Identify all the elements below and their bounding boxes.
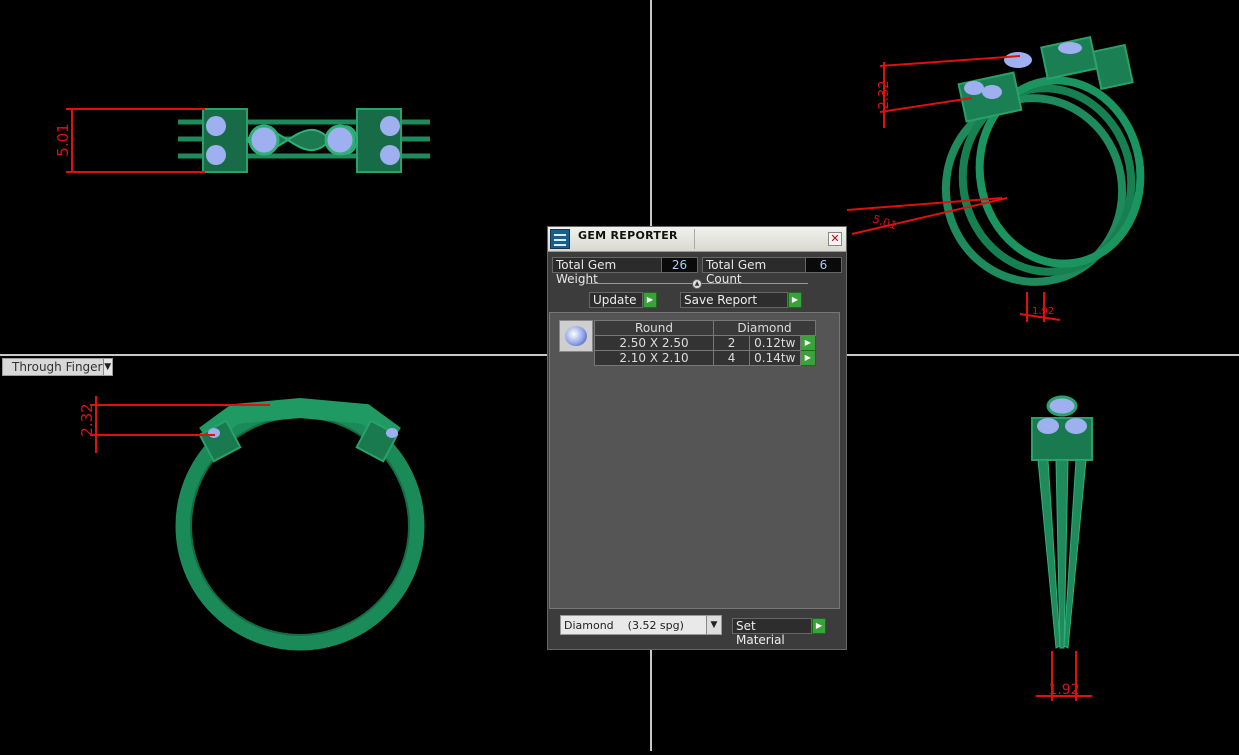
play-arrow-icon[interactable]: ▶ bbox=[788, 292, 802, 308]
dimension-label: 5.01 bbox=[54, 123, 72, 156]
gem-weight-cell: 0.14tw bbox=[749, 350, 801, 366]
panel-titlebar[interactable]: GEM REPORTER ✕ bbox=[548, 227, 846, 252]
save-report-button[interactable]: Save Report ▶ bbox=[680, 292, 802, 308]
total-gem-count-field: Total Gem Count 6 bbox=[702, 257, 842, 286]
shape-column-header: Round bbox=[594, 320, 714, 336]
table-row[interactable]: 2.50 X 2.50 2 0.12tw ▶ bbox=[594, 335, 817, 351]
chevron-down-icon[interactable]: ▼ bbox=[706, 616, 721, 634]
view-mode-dropdown[interactable]: Through Finger ▼ bbox=[2, 358, 113, 376]
dimension-label: 2.32 bbox=[877, 81, 892, 110]
set-material-button[interactable]: Set Material ▶ bbox=[732, 618, 826, 647]
round-gem-icon[interactable] bbox=[559, 320, 593, 352]
material-select[interactable]: Diamond (3.52 spg) ▼ bbox=[560, 615, 722, 635]
save-report-label: Save Report bbox=[680, 292, 788, 308]
view-mode-label: Through Finger bbox=[12, 360, 103, 374]
set-material-label: Set Material bbox=[732, 618, 812, 647]
update-button[interactable]: Update ▶ bbox=[589, 292, 657, 308]
gem-table-header: Round Diamond bbox=[594, 320, 816, 336]
play-arrow-icon[interactable]: ▶ bbox=[812, 618, 826, 634]
dimension-label: 1.92 bbox=[1032, 306, 1054, 317]
gem-count-cell: 4 bbox=[712, 350, 751, 366]
play-arrow-icon[interactable]: ▶ bbox=[643, 292, 657, 308]
chevron-down-icon[interactable]: ▼ bbox=[102, 359, 112, 375]
material-column-header: Diamond bbox=[713, 320, 816, 336]
total-gem-weight-label: Total Gem Weight bbox=[552, 257, 662, 286]
play-arrow-icon[interactable]: ▶ bbox=[799, 350, 817, 366]
panel-resize-slider[interactable]: ▲ bbox=[586, 279, 808, 289]
gem-reporter-panel: GEM REPORTER ✕ Total Gem Weight 26 Total… bbox=[547, 226, 847, 650]
slider-knob-icon[interactable]: ▲ bbox=[692, 279, 702, 289]
gem-reporter-app-icon bbox=[550, 229, 570, 249]
gem-size-cell: 2.50 X 2.50 bbox=[594, 335, 714, 351]
gem-list[interactable]: Round Diamond 2.50 X 2.50 2 0.12tw ▶ 2.1… bbox=[549, 312, 840, 609]
total-gem-weight-value: 26 bbox=[662, 257, 698, 273]
dimension-label: 2.32 bbox=[78, 403, 96, 436]
gem-size-cell: 2.10 X 2.10 bbox=[594, 350, 714, 366]
gem-table: Round Diamond 2.50 X 2.50 2 0.12tw ▶ 2.1… bbox=[594, 320, 817, 366]
titlebar-separator bbox=[694, 229, 695, 249]
update-label: Update bbox=[589, 292, 643, 308]
dimension-label: 1.92 bbox=[1048, 682, 1079, 698]
panel-title: GEM REPORTER bbox=[578, 229, 678, 242]
table-row[interactable]: 2.10 X 2.10 4 0.14tw ▶ bbox=[594, 350, 817, 366]
gem-weight-cell: 0.12tw bbox=[749, 335, 801, 351]
play-arrow-icon[interactable]: ▶ bbox=[799, 335, 817, 351]
material-select-value: Diamond (3.52 spg) bbox=[564, 618, 684, 632]
gem-count-cell: 2 bbox=[712, 335, 751, 351]
close-icon[interactable]: ✕ bbox=[828, 232, 842, 246]
total-gem-count-value: 6 bbox=[806, 257, 842, 273]
total-gem-count-label: Total Gem Count bbox=[702, 257, 806, 286]
total-gem-weight-field: Total Gem Weight 26 bbox=[552, 257, 698, 286]
